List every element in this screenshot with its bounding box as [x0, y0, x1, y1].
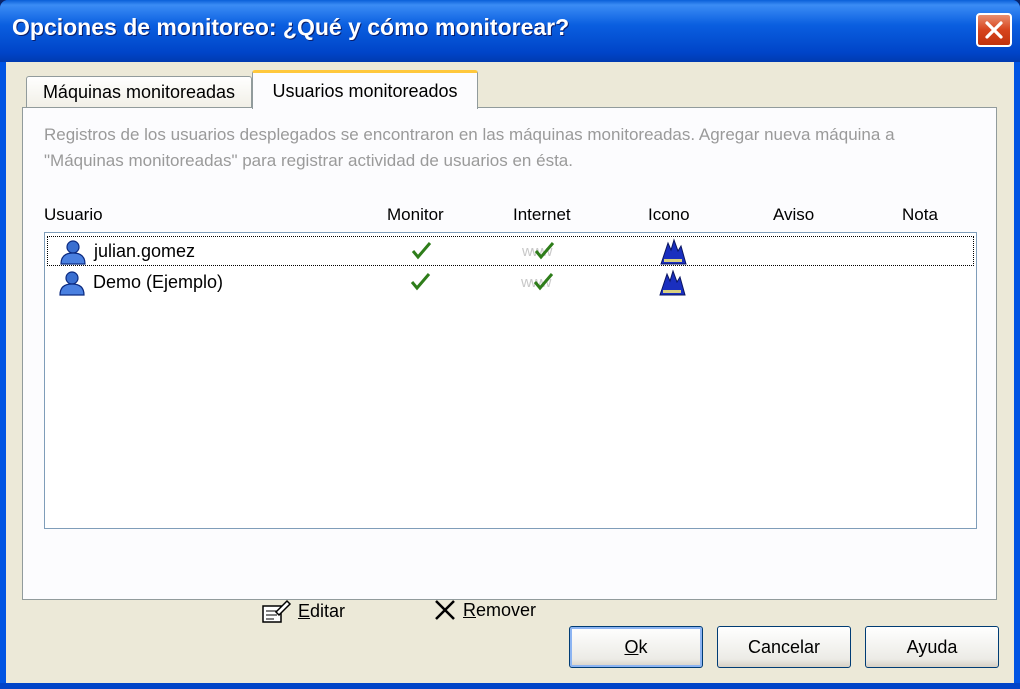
remove-label: Remover [463, 599, 537, 620]
users-list[interactable]: julian.gomez www Demo (Ejemplo) www [44, 232, 977, 529]
user-name: julian.gomez [94, 241, 196, 261]
user-icon [60, 240, 86, 265]
close-icon [985, 21, 1003, 39]
alert-icon [659, 269, 686, 296]
edit-button[interactable]: Editar [260, 598, 345, 624]
ok-button[interactable]: Ok [569, 626, 703, 668]
cancel-button[interactable]: Cancelar [717, 626, 851, 668]
remove-button[interactable]: Remover [433, 598, 536, 622]
tab-maquinas-monitoreadas[interactable]: Máquinas monitoreadas [26, 76, 252, 108]
user-icon [59, 271, 85, 296]
window-frame-bottom [0, 683, 1020, 689]
column-header-nota[interactable]: Nota [902, 205, 938, 225]
internet-check-icon [533, 273, 554, 291]
description-text: Registros de los usuarios desplegados se… [44, 125, 895, 170]
close-button[interactable] [976, 13, 1012, 47]
list-item[interactable]: julian.gomez www [47, 236, 974, 266]
monitor-check-icon [410, 273, 431, 291]
user-name: Demo (Ejemplo) [93, 272, 224, 292]
help-button[interactable]: Ayuda [865, 626, 999, 668]
alert-icon [660, 238, 687, 265]
ok-label: Ok [624, 636, 648, 657]
monitor-check-icon [411, 242, 432, 260]
column-header-internet[interactable]: Internet [513, 205, 571, 225]
dialog-window: Opciones de monitoreo: ¿Qué y cómo monit… [0, 0, 1020, 689]
internet-check-icon [534, 242, 555, 260]
column-header-aviso[interactable]: Aviso [773, 205, 814, 225]
list-item[interactable]: Demo (Ejemplo) www [47, 268, 974, 298]
dialog-body: Máquinas monitoreadas Usuarios monitorea… [6, 62, 1014, 683]
tab-panel: Registros de los usuarios desplegados se… [22, 107, 997, 623]
title-bar[interactable]: Opciones de monitoreo: ¿Qué y cómo monit… [0, 0, 1020, 62]
column-header-usuario[interactable]: Usuario [44, 205, 103, 225]
edit-icon [262, 599, 292, 623]
window-title: Opciones de monitoreo: ¿Qué y cómo monit… [12, 14, 570, 40]
x-icon [435, 600, 455, 620]
tab-usuarios-monitoreados[interactable]: Usuarios monitoreados [252, 70, 478, 109]
edit-label: Editar [298, 600, 346, 621]
column-header-icono[interactable]: Icono [648, 205, 690, 225]
column-header-monitor[interactable]: Monitor [387, 205, 444, 225]
